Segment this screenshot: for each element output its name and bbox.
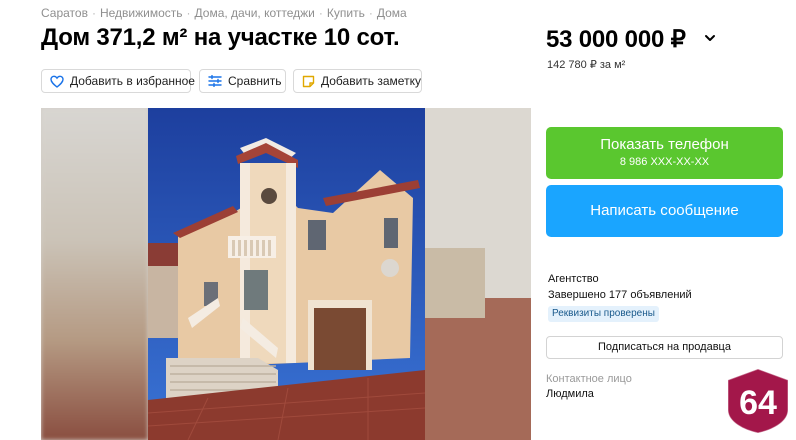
show-phone-label: Показать телефон — [600, 136, 729, 153]
masked-phone-number: 8 986 XXX-XX-XX — [619, 156, 710, 168]
chevron-down-icon[interactable] — [702, 30, 718, 46]
add-to-favorites-button[interactable]: Добавить в избранное — [41, 69, 195, 93]
breadcrumb: Саратов · Недвижимость · Дома, дачи, коттедж… — [41, 6, 407, 20]
svg-text:64: 64 — [739, 384, 777, 422]
seller-completed-ads: Завершено 177 объявлений — [548, 289, 692, 301]
heart-icon — [50, 75, 64, 88]
breadcrumb-separator: · — [318, 6, 323, 20]
breadcrumb-item-realty[interactable]: Недвижимость — [100, 6, 183, 20]
verified-details-badge: Реквизиты проверены — [548, 306, 659, 322]
write-message-button[interactable]: Написать сообщение — [546, 185, 783, 237]
site-logo-64: 64 — [727, 368, 789, 434]
breadcrumb-separator: · — [186, 6, 191, 20]
photo-gallery[interactable] — [41, 108, 531, 440]
note-icon — [302, 75, 315, 87]
compare-button[interactable]: Сравнить — [199, 69, 286, 93]
breadcrumb-item-city[interactable]: Саратов — [41, 6, 88, 20]
breadcrumb-item-houses[interactable]: Дома — [377, 6, 407, 20]
seller-type[interactable]: Агентство — [548, 273, 599, 285]
house-photo[interactable] — [148, 108, 425, 440]
previous-photo-preview[interactable] — [41, 108, 148, 440]
add-to-favorites-label: Добавить в избранное — [70, 74, 195, 88]
add-note-label: Добавить заметку — [321, 74, 421, 88]
compare-icon — [208, 75, 222, 87]
compare-label: Сравнить — [228, 74, 282, 88]
add-note-button[interactable]: Добавить заметку — [293, 69, 422, 93]
breadcrumb-item-buy[interactable]: Купить — [327, 6, 365, 20]
contact-person-label: Контактное лицо — [546, 373, 632, 385]
show-phone-button[interactable]: Показать телефон 8 986 XXX-XX-XX — [546, 127, 783, 179]
breadcrumb-separator: · — [368, 6, 373, 20]
listing-title: Дом 371,2 м² на участке 10 сот. — [41, 24, 400, 51]
breadcrumb-separator: · — [91, 6, 96, 20]
contact-person-name: Людмила — [546, 388, 594, 400]
breadcrumb-item-houses-category[interactable]: Дома, дачи, коттеджи — [195, 6, 315, 20]
price-per-square-meter: 142 780 ₽ за м² — [547, 59, 626, 71]
next-photo-preview[interactable] — [425, 108, 531, 440]
subscribe-to-seller-button[interactable]: Подписаться на продавца — [546, 336, 783, 359]
listing-price: 53 000 000 ₽ — [546, 26, 686, 53]
